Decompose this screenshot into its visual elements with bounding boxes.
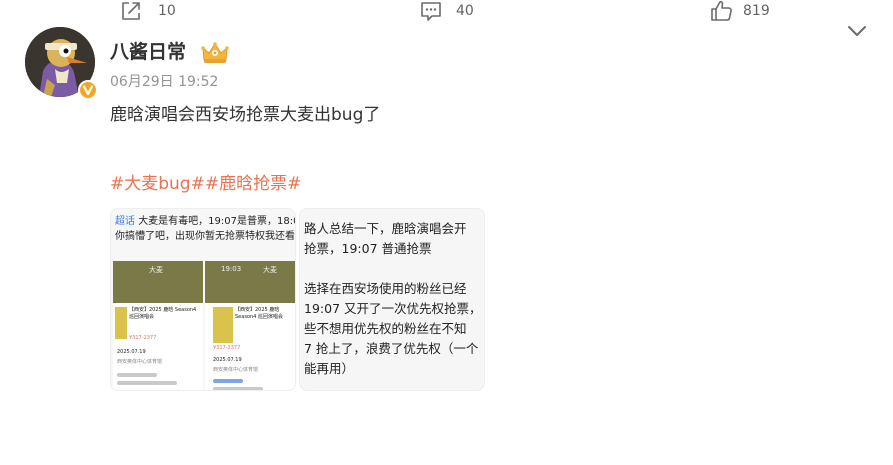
image-text-line: 你搞懵了吧，出现你暂无抢票特权我还看了 — [115, 231, 296, 242]
panel-line — [213, 379, 243, 383]
panel-poster — [213, 307, 233, 343]
verified-badge — [78, 80, 98, 100]
image-text-line: 超话 大麦是有毒吧，19:07是普票，18:07才 — [115, 215, 295, 228]
post-time[interactable]: 06月29日 19:52 — [110, 73, 218, 91]
panel-price: ¥317-2377 — [213, 345, 241, 351]
like-count: 819 — [743, 3, 770, 19]
panel-line — [117, 373, 157, 377]
comment-button[interactable]: 40 — [420, 0, 480, 22]
repost-icon — [122, 2, 140, 20]
panel-time: 19:03 — [221, 265, 242, 273]
image-screenshot-panel: 19:03 大麦 【西安】2025 鹿晗 Season4 巡回演唱会 ¥317-… — [205, 261, 295, 390]
panel-item-title: 【西安】2025 鹿晗 Season4 巡回演唱会 — [129, 307, 197, 320]
repost-count: 10 — [158, 3, 176, 19]
panel-header: 大麦 — [113, 261, 203, 303]
panel-date: 2025.07.19 — [213, 357, 242, 363]
image-text-line: 路人总结一下，鹿晗演唱会开 — [304, 221, 467, 236]
chevron-down-icon[interactable] — [846, 22, 868, 40]
image-text-line: 抢票，19:07 普通抢票 — [304, 241, 432, 256]
hashtags: #大麦bug##鹿晗抢票# — [110, 172, 301, 196]
panel-item-title: 【西安】2025 鹿晗 Season4 巡回演唱会 — [235, 307, 283, 320]
post-text: 鹿晗演唱会西安场抢票大麦出bug了 — [110, 105, 381, 125]
hashtag-link[interactable]: #大麦bug# — [110, 174, 205, 194]
panel-date: 2025.07.19 — [117, 349, 146, 355]
image-text-line: 选择在西安场使用的粉丝已经 — [304, 281, 467, 296]
image-text-line: 些不想用优先权的粉丝在不知 — [304, 321, 467, 336]
thumbs-up-icon — [711, 0, 732, 21]
image-text-line: 19:07 又开了一次优先权抢票， — [304, 301, 482, 316]
like-button[interactable]: 819 — [710, 0, 780, 22]
panel-venue: 西安奥体中心体育馆 — [117, 359, 163, 365]
comment-count: 40 — [456, 3, 474, 19]
image-text: 大麦是有毒吧，19:07是普票，18:07才 — [138, 216, 295, 227]
post-image-1[interactable]: 超话 大麦是有毒吧，19:07是普票，18:07才 你搞懵了吧，出现你暂无抢票特… — [110, 208, 296, 391]
repost-button[interactable]: 10 — [120, 0, 180, 22]
panel-label: 大麦 — [263, 266, 277, 274]
crown-icon[interactable] — [200, 40, 230, 66]
username[interactable]: 八酱日常 — [110, 40, 186, 64]
panel-line — [213, 387, 263, 390]
image-text-line: 7 抢上了，浪费了优先权（一个 — [304, 341, 479, 356]
verified-v-icon — [82, 85, 94, 96]
image-screenshot-panel: 大麦 【西安】2025 鹿晗 Season4 巡回演唱会 ¥317-2377 2… — [113, 261, 203, 390]
panel-line — [117, 381, 177, 385]
panel-label: 大麦 — [149, 266, 163, 274]
comment-icon — [421, 2, 441, 21]
panel-header: 19:03 大麦 — [205, 261, 295, 303]
post-image-2[interactable]: 路人总结一下，鹿晗演唱会开 抢票，19:07 普通抢票 选择在西安场使用的粉丝已… — [299, 208, 485, 391]
panel-price: ¥317-2377 — [129, 335, 157, 341]
image-text-prefix: 超话 — [115, 216, 135, 227]
image-text-line: 能再用） — [304, 361, 355, 376]
hashtag-link[interactable]: #鹿晗抢票# — [205, 174, 302, 194]
panel-venue: 西安奥体中心体育馆 — [213, 367, 259, 373]
panel-poster — [115, 307, 127, 339]
